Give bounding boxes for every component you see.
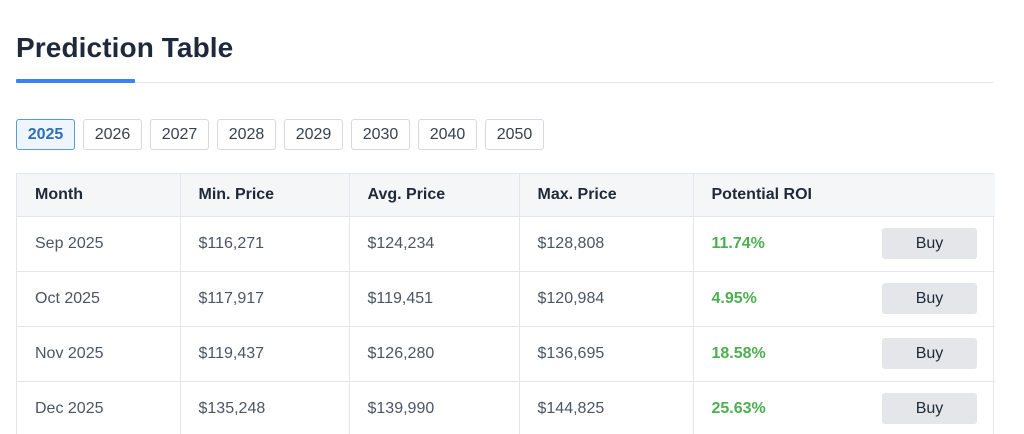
- cell-avg-price: $124,234: [349, 216, 520, 271]
- table-row: Oct 2025 $117,917 $119,451 $120,984 4.95…: [17, 271, 995, 326]
- year-tab-2026[interactable]: 2026: [83, 119, 142, 150]
- cell-roi-container: 11.74% Buy: [693, 216, 995, 271]
- header-avg-price: Avg. Price: [349, 174, 520, 217]
- cell-max-price: $120,984: [519, 271, 694, 326]
- header-min-price: Min. Price: [180, 174, 350, 217]
- cell-min-price: $116,271: [180, 216, 350, 271]
- cell-min-price: $135,248: [180, 381, 350, 434]
- page-title: Prediction Table: [16, 32, 234, 63]
- cell-min-price: $119,437: [180, 326, 350, 381]
- cell-max-price: $136,695: [519, 326, 694, 381]
- year-tab-2029[interactable]: 2029: [284, 119, 343, 150]
- cell-month: Oct 2025: [17, 271, 181, 326]
- prediction-table: Month Min. Price Avg. Price Max. Price P…: [16, 173, 995, 434]
- buy-button[interactable]: Buy: [882, 393, 977, 424]
- buy-button[interactable]: Buy: [882, 283, 977, 314]
- cell-max-price: $128,808: [519, 216, 694, 271]
- cell-avg-price: $126,280: [349, 326, 520, 381]
- cell-avg-price: $119,451: [349, 271, 520, 326]
- header-max-price: Max. Price: [519, 174, 694, 217]
- buy-button[interactable]: Buy: [882, 338, 977, 369]
- year-tab-2028[interactable]: 2028: [217, 119, 276, 150]
- table-row: Nov 2025 $119,437 $126,280 $136,695 18.5…: [17, 326, 995, 381]
- cell-avg-price: $139,990: [349, 381, 520, 434]
- cell-roi: 4.95%: [711, 289, 757, 307]
- cell-roi-container: 25.63% Buy: [693, 381, 995, 434]
- table-header-row: Month Min. Price Avg. Price Max. Price P…: [17, 174, 995, 217]
- table-row: Dec 2025 $135,248 $139,990 $144,825 25.6…: [17, 381, 995, 434]
- title-divider: [16, 82, 993, 83]
- cell-max-price: $144,825: [519, 381, 694, 434]
- table-row: Sep 2025 $116,271 $124,234 $128,808 11.7…: [17, 216, 995, 271]
- cell-month: Nov 2025: [17, 326, 181, 381]
- header-potential-roi: Potential ROI: [693, 174, 995, 217]
- cell-roi: 11.74%: [711, 234, 765, 252]
- year-tab-2027[interactable]: 2027: [150, 119, 209, 150]
- year-tab-2030[interactable]: 2030: [351, 119, 410, 150]
- buy-button[interactable]: Buy: [882, 228, 977, 259]
- cell-roi-container: 4.95% Buy: [693, 271, 995, 326]
- year-tab-2050[interactable]: 2050: [485, 119, 544, 150]
- year-tab-2025[interactable]: 2025: [16, 119, 75, 150]
- cell-roi: 25.63%: [711, 399, 766, 417]
- header-month: Month: [17, 174, 181, 217]
- cell-roi: 18.58%: [711, 344, 766, 362]
- year-tab-2040[interactable]: 2040: [418, 119, 477, 150]
- cell-month: Dec 2025: [17, 381, 181, 434]
- cell-month: Sep 2025: [17, 216, 181, 271]
- year-tabs: 2025 2026 2027 2028 2029 2030 2040 2050: [16, 119, 544, 150]
- cell-min-price: $117,917: [180, 271, 350, 326]
- cell-roi-container: 18.58% Buy: [693, 326, 995, 381]
- title-accent-bar: [16, 79, 135, 83]
